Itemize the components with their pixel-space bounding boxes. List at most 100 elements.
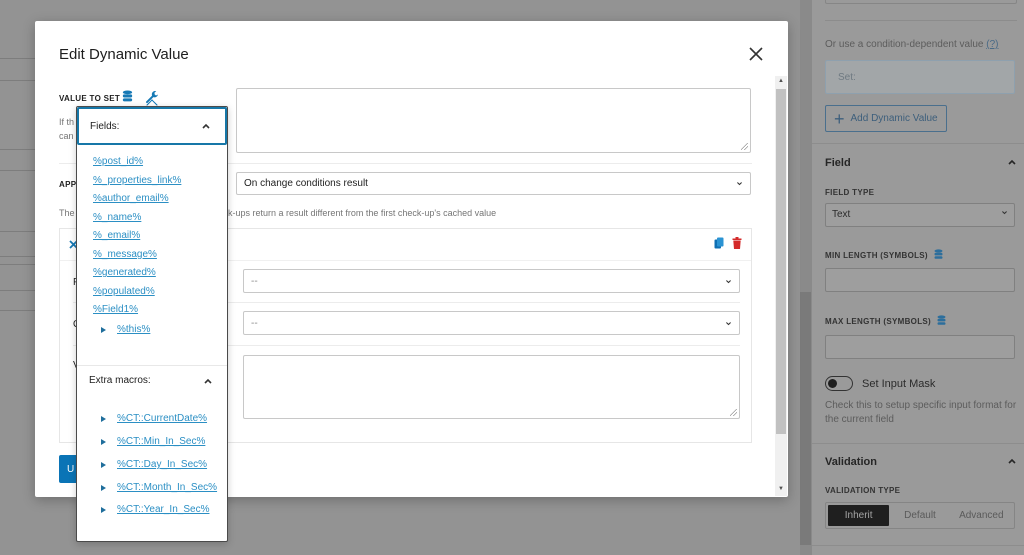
value-to-set-textarea[interactable] <box>236 88 751 153</box>
field-type-value: Text <box>832 209 851 220</box>
chevron-down-icon <box>726 321 731 325</box>
caret-right-icon[interactable] <box>101 416 106 422</box>
database-icon[interactable] <box>122 90 133 104</box>
condition-field-select[interactable]: -- <box>243 269 740 293</box>
max-length-label-row: MAX LENGTH (SYMBOLS) <box>825 315 946 327</box>
min-length-label-row: MIN LENGTH (SYMBOLS) <box>825 249 943 261</box>
macro-link[interactable]: %CT::Year_In_Sec% <box>117 504 209 515</box>
apply-type-label: APP <box>59 180 77 189</box>
input-mask-label: Set Input Mask <box>862 378 936 390</box>
value-help-text: can <box>59 131 74 141</box>
validation-type-label: VALIDATION TYPE <box>825 486 901 495</box>
sidebar-top-control <box>825 0 1017 4</box>
plus-icon: + <box>834 108 845 129</box>
macro-link[interactable]: %CT::Min_In_Sec% <box>117 436 205 447</box>
divider <box>812 443 1024 444</box>
chevron-up-icon <box>202 123 210 129</box>
modal-scrollbar[interactable]: ▲ ▼ <box>775 76 787 496</box>
caret-right-icon[interactable] <box>101 485 106 491</box>
sidebar-scrollbar[interactable] <box>800 292 811 545</box>
input-mask-toggle[interactable] <box>825 376 853 391</box>
close-icon[interactable] <box>747 45 765 63</box>
chevron-down-icon <box>726 279 731 283</box>
add-dynamic-value-label: Add Dynamic Value <box>850 113 938 124</box>
divider <box>812 143 1024 144</box>
input-mask-help: Check this to setup specific input forma… <box>825 399 1016 427</box>
validation-panel-title: Validation <box>825 456 877 468</box>
field-type-select[interactable]: Text <box>825 203 1015 227</box>
condition-field-value: -- <box>251 275 258 287</box>
caret-right-icon[interactable] <box>101 507 106 513</box>
macro-link[interactable]: %CT::Month_In_Sec% <box>117 482 217 493</box>
macro-link[interactable]: %this% <box>117 324 150 335</box>
validation-option-inherit[interactable]: Inherit <box>828 505 890 526</box>
condition-value-textarea[interactable] <box>243 355 740 419</box>
macro-link[interactable]: %post_id% <box>93 156 143 167</box>
resize-handle[interactable] <box>741 143 748 150</box>
field-panel-title: Field <box>825 157 851 169</box>
database-icon[interactable] <box>937 315 946 327</box>
macro-link[interactable]: %populated% <box>93 286 155 297</box>
set-value-box[interactable]: Set: <box>825 60 1015 94</box>
modal-title: Edit Dynamic Value <box>59 46 189 63</box>
apply-type-value: On change conditions result <box>244 178 368 189</box>
max-length-label: MAX LENGTH (SYMBOLS) <box>825 316 931 326</box>
fields-group-header[interactable]: Fields: <box>77 107 227 145</box>
max-length-input[interactable] <box>825 335 1015 359</box>
macro-link[interactable]: %generated% <box>93 267 156 278</box>
copy-icon[interactable] <box>714 237 724 249</box>
condition-help-link[interactable]: (?) <box>986 39 998 50</box>
condition-operator-select[interactable]: -- <box>243 311 740 335</box>
macro-link[interactable]: %author_email% <box>93 193 169 204</box>
database-icon[interactable] <box>934 249 943 261</box>
condition-operator-value: -- <box>251 317 258 329</box>
min-length-label: MIN LENGTH (SYMBOLS) <box>825 250 928 260</box>
macro-link[interactable]: %_email% <box>93 230 140 241</box>
trash-icon[interactable] <box>732 237 742 249</box>
min-length-input[interactable] <box>825 268 1015 292</box>
input-mask-help-line: the current field <box>825 414 894 425</box>
field-type-label: FIELD TYPE <box>825 188 875 197</box>
chevron-up-icon <box>204 378 212 384</box>
extra-macros-title: Extra macros: <box>89 375 151 386</box>
apply-help-text: k-ups return a result different from the… <box>228 208 497 218</box>
value-help-text: If th <box>59 117 75 127</box>
macro-link[interactable]: %Field1% <box>93 304 138 315</box>
add-dynamic-value-button[interactable]: + Add Dynamic Value <box>825 105 947 132</box>
set-placeholder: Set: <box>838 72 856 83</box>
macro-link[interactable]: %CT::CurrentDate% <box>117 413 207 424</box>
block-settings-sidebar: Or use a condition-dependent value (?) S… <box>812 0 1024 555</box>
chevron-down-icon <box>737 182 742 186</box>
macro-link[interactable]: %_properties_link% <box>93 175 181 186</box>
resize-handle[interactable] <box>730 409 737 416</box>
apply-type-select[interactable]: On change conditions result <box>236 172 751 195</box>
update-button-label: U <box>67 464 75 475</box>
chevron-up-icon <box>1008 458 1016 464</box>
value-to-set-label: VALUE TO SET <box>59 94 121 103</box>
divider <box>825 20 1017 21</box>
macros-popover: Fields: %post_id% %_properties_link% %au… <box>76 106 228 542</box>
apply-help-text: The <box>59 208 75 218</box>
condition-value-text: Or use a condition-dependent value (?) <box>825 39 998 50</box>
caret-right-icon[interactable] <box>101 327 106 333</box>
condition-value-label: Or use a condition-dependent value <box>825 39 984 50</box>
modal-scrollbar-thumb[interactable] <box>776 89 786 434</box>
validation-option-default[interactable]: Default <box>889 505 950 526</box>
chevron-up-icon <box>1008 159 1016 165</box>
scroll-up-arrow-icon[interactable]: ▲ <box>778 78 784 84</box>
scroll-down-arrow-icon[interactable]: ▼ <box>778 486 784 492</box>
caret-right-icon[interactable] <box>101 439 106 445</box>
input-mask-help-line: Check this to setup specific input forma… <box>825 400 1017 411</box>
validation-option-advanced[interactable]: Advanced <box>951 505 1012 526</box>
extra-macros-group-header[interactable]: Extra macros: <box>77 365 227 395</box>
validation-type-segmented: Inherit Default Advanced <box>825 502 1015 529</box>
macro-link[interactable]: %_name% <box>93 212 141 223</box>
chevron-down-icon <box>1002 211 1007 215</box>
validation-panel-header[interactable]: Validation <box>825 456 1017 468</box>
fields-group-title: Fields: <box>90 120 120 132</box>
macro-link[interactable]: %CT::Day_In_Sec% <box>117 459 207 470</box>
divider <box>812 545 1024 546</box>
macro-link[interactable]: %_message% <box>93 249 157 260</box>
field-panel-header[interactable]: Field <box>825 157 1017 169</box>
caret-right-icon[interactable] <box>101 462 106 468</box>
